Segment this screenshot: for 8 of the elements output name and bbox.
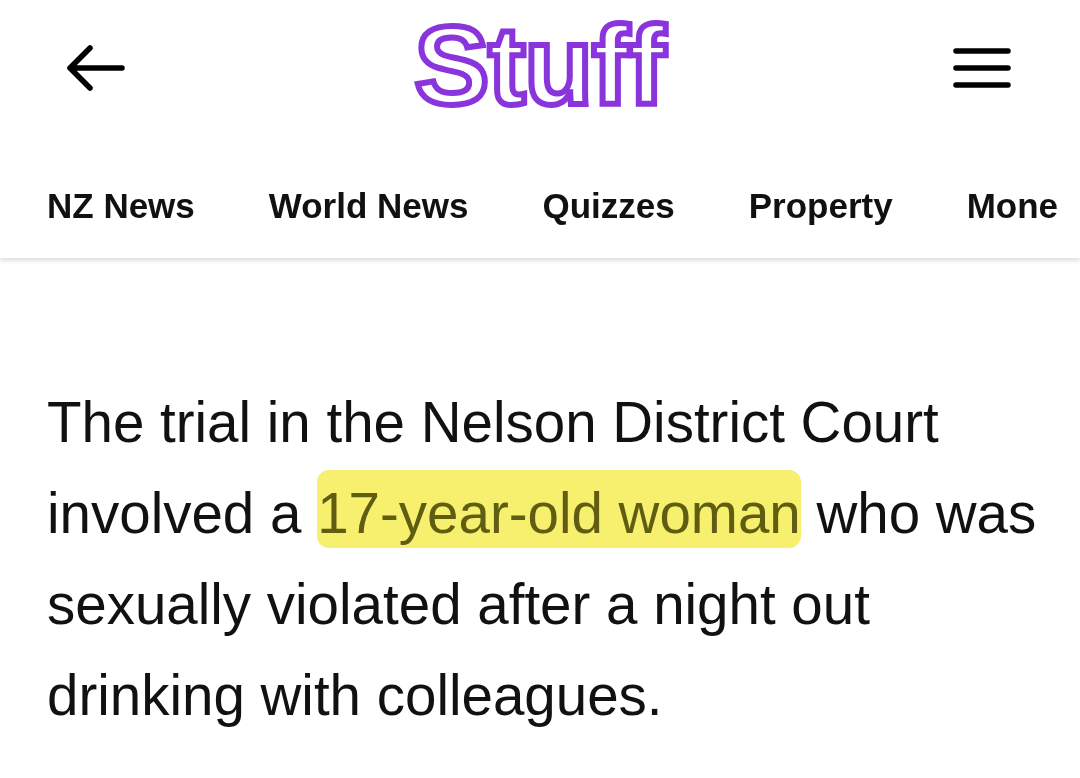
nav-link[interactable]: NZ News <box>47 184 195 228</box>
nav-link[interactable]: World News <box>268 184 469 228</box>
nav-link[interactable]: Property <box>748 184 893 228</box>
nav-link[interactable]: Quizzes <box>542 184 675 228</box>
nav-link[interactable]: Mone <box>966 184 1059 228</box>
back-arrow-icon[interactable] <box>66 44 126 92</box>
menu-icon[interactable] <box>953 48 1011 88</box>
article-paragraph: The trial in the Nelson District Court involved a 17-year-old woman who was sexually violated after a night out drinking with colleagues. <box>47 390 1038 729</box>
